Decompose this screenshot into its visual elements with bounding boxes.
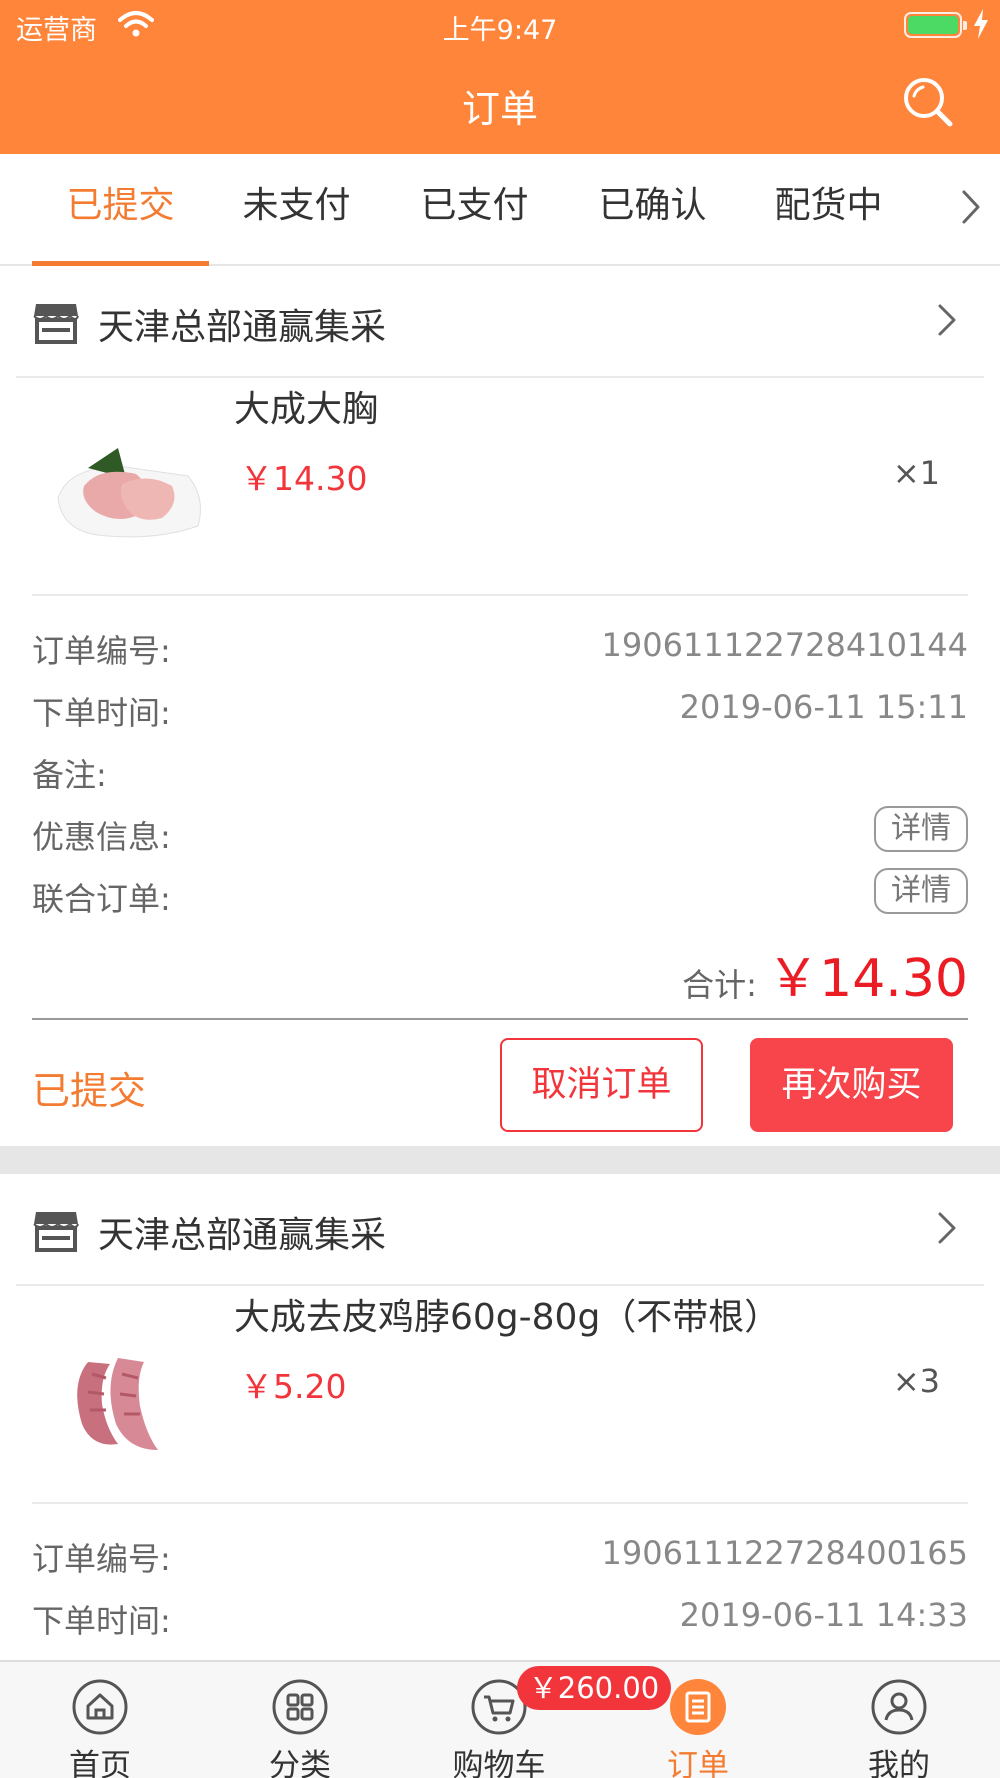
store-icon [33, 304, 79, 344]
status-time: 上午9:47 [442, 15, 558, 46]
tab-paid[interactable]: 已支付 [386, 154, 563, 264]
order-time: 2019-06-11 15:11 [679, 688, 968, 726]
discount-label: 优惠信息: [32, 818, 171, 856]
order-number: 190611122728400165 [601, 1534, 968, 1572]
tab-home[interactable]: 首页 [30, 1662, 170, 1778]
tab-confirmed[interactable]: 已确认 [564, 154, 741, 264]
chevron-right-icon [938, 1212, 956, 1244]
cancel-order-button[interactable]: 取消订单 [500, 1038, 703, 1132]
order-time-row: 下单时间: 2019-06-11 15:11 [32, 688, 968, 732]
tab-label: 我的 [868, 1748, 930, 1778]
order-time-label: 下单时间: [32, 694, 171, 732]
tab-label: 首页 [69, 1748, 131, 1778]
order-list-icon [670, 1679, 726, 1735]
store-icon [33, 1212, 79, 1252]
divider [16, 376, 984, 378]
tab-unpaid[interactable]: 未支付 [208, 154, 385, 264]
remark-label: 备注: [32, 756, 107, 794]
page-title: 订单 [461, 87, 538, 131]
product-quantity: ×3 [892, 1362, 940, 1400]
discount-row: 优惠信息: 详情 [32, 806, 968, 856]
joint-order-detail-button[interactable]: 详情 [874, 868, 968, 914]
tab-picking[interactable]: 配货中 [740, 154, 917, 264]
tab-label: 购物车 [452, 1748, 546, 1778]
divider [16, 1284, 984, 1286]
order-number: 190611122728410144 [601, 626, 968, 664]
bottom-tab-bar: 首页 分类 购物车 订单 我的 [0, 1660, 1000, 1778]
home-icon [72, 1679, 128, 1735]
divider [32, 1502, 968, 1504]
header: 运营商 上午9:47 订单 [0, 0, 1000, 154]
tab-label: 分类 [269, 1748, 331, 1778]
order-time-label: 下单时间: [32, 1602, 171, 1640]
total-row: 合计: ￥14.30 [682, 936, 968, 1011]
product-image[interactable] [48, 1344, 208, 1464]
product-quantity: ×1 [892, 454, 940, 492]
order-number-label: 订单编号: [32, 1540, 171, 1578]
order-number-row: 订单编号: 190611122728410144 [32, 626, 968, 670]
charging-icon [974, 9, 988, 39]
chevron-right-icon [938, 304, 956, 336]
product-name[interactable]: 大成大胸 [234, 380, 378, 432]
divider [32, 1018, 968, 1020]
total-label: 合计: [682, 966, 757, 1004]
tab-label: 订单 [667, 1748, 729, 1778]
divider [32, 594, 968, 596]
battery-icon [904, 12, 967, 38]
product-price: ￥14.30 [240, 459, 368, 498]
discount-detail-button[interactable]: 详情 [874, 806, 968, 852]
tab-category[interactable]: 分类 [230, 1662, 370, 1778]
status-bar: 运营商 上午9:47 [0, 0, 1000, 50]
search-icon[interactable] [900, 74, 956, 130]
buy-again-button[interactable]: 再次购买 [750, 1038, 953, 1132]
joint-order-label: 联合订单: [32, 880, 171, 918]
chevron-right-icon[interactable] [950, 182, 990, 232]
remark-row: 备注: [32, 750, 968, 794]
store-name: 天津总部通赢集采 [98, 1215, 387, 1256]
order-time-row: 下单时间: 2019-06-11 14:33 [32, 1596, 968, 1640]
order-number-label: 订单编号: [32, 632, 171, 670]
store-row[interactable]: 天津总部通赢集采 [0, 268, 1000, 376]
card-separator [0, 1146, 1000, 1174]
product-price: ￥5.20 [240, 1367, 347, 1406]
grid-icon [272, 1679, 328, 1735]
order-card: 天津总部通赢集采 大成大胸 ￥14.30 ×1 订单编号: 1906111227… [0, 268, 1000, 1146]
order-time: 2019-06-11 14:33 [679, 1596, 968, 1634]
store-row[interactable]: 天津总部通赢集采 [0, 1176, 1000, 1284]
tab-mine[interactable]: 我的 [829, 1662, 969, 1778]
order-number-row: 订单编号: 190611122728400165 [32, 1534, 968, 1578]
order-status: 已提交 [32, 1069, 147, 1113]
product-name[interactable]: 大成去皮鸡脖60g-80g（不带根） [234, 1288, 780, 1340]
store-name: 天津总部通赢集采 [98, 307, 387, 348]
total-amount: ￥14.30 [767, 949, 968, 1009]
tab-submitted[interactable]: 已提交 [32, 154, 209, 266]
joint-order-row: 联合订单: 详情 [32, 868, 968, 918]
status-tabs: 已提交 未支付 已支付 已确认 配货中 [0, 154, 1000, 266]
order-card: 天津总部通赢集采 大成去皮鸡脖60g-80g（不带根） ￥5.20 ×3 订单编… [0, 1176, 1000, 1660]
product-image[interactable] [48, 438, 208, 558]
cart-total-badge: ￥260.00 [517, 1666, 671, 1710]
user-icon [871, 1679, 927, 1735]
